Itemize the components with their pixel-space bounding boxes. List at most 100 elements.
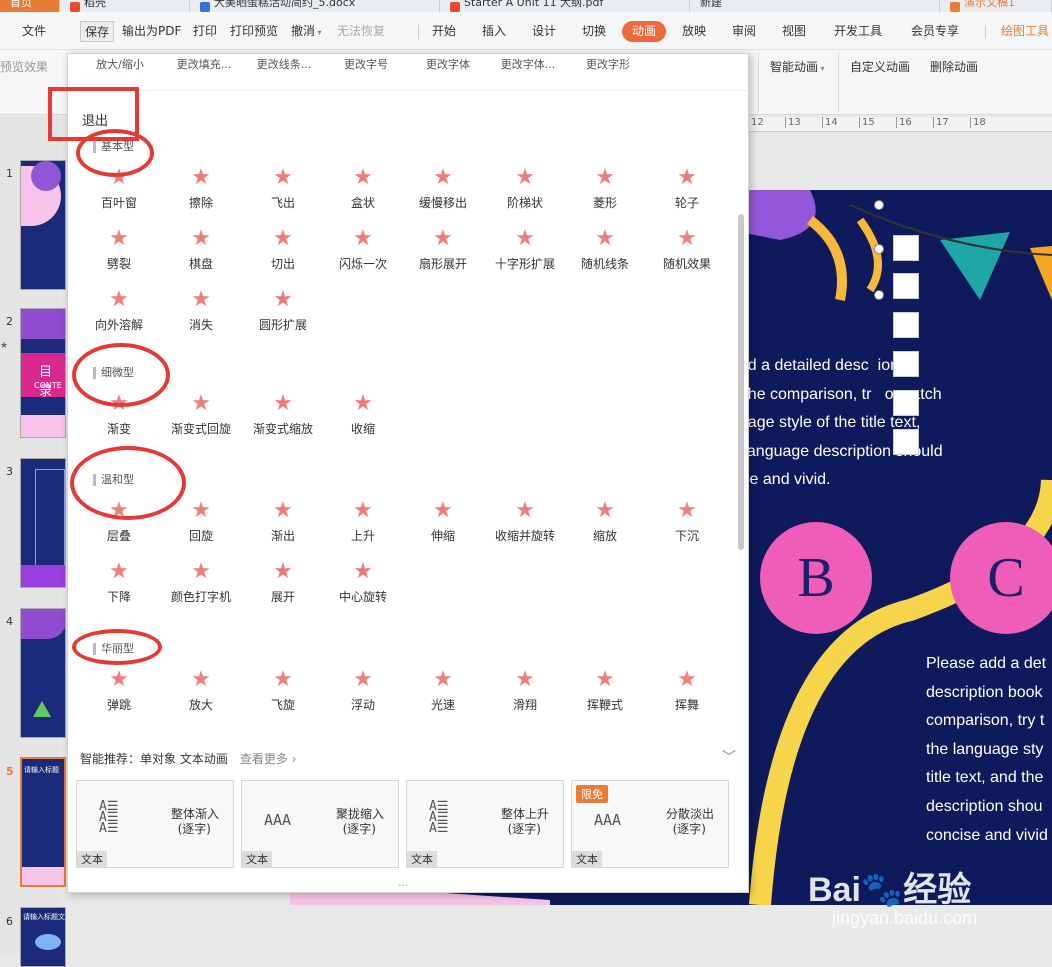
animation-option[interactable]: ★ 中心旋转 [326, 558, 400, 614]
resize-handle[interactable] [874, 200, 884, 210]
save-button[interactable]: 保存 [80, 21, 115, 42]
animation-option[interactable]: ★ 放大 [164, 666, 238, 722]
slide-thumbnail-5[interactable]: 请输入标题 [20, 757, 66, 887]
preview-effect-button[interactable]: 预览效果 [0, 58, 48, 75]
animation-option[interactable]: ★ 渐出 [246, 497, 320, 553]
selection-handle[interactable] [893, 273, 919, 299]
animation-option[interactable]: ★ 十字形扩展 [488, 225, 562, 281]
anim-item[interactable]: 更改字体 [408, 56, 488, 72]
animation-option[interactable]: ★ 下沉 [650, 497, 724, 553]
selection-handle[interactable] [893, 429, 919, 455]
tab-developer[interactable]: 开发工具 [834, 21, 882, 42]
animation-option[interactable]: ★ 缩放 [568, 497, 642, 553]
smart-animation-button[interactable]: 智能动画 ▾ [770, 58, 825, 75]
animation-option[interactable]: ★ 滑翔 [488, 666, 562, 722]
anim-item[interactable]: 更改字形 [568, 56, 648, 72]
anim-item[interactable]: 更改线条... [244, 56, 324, 72]
tab-view[interactable]: 视图 [782, 21, 806, 42]
tab-pdf[interactable]: Starter A Unit 11 大纲.pdf [440, 0, 690, 12]
tab-animation[interactable]: 动画 [622, 21, 667, 42]
more-dots[interactable]: ... [398, 876, 409, 889]
tab-docx[interactable]: 大美晒蛋糕活动简约_5.docx [190, 0, 440, 12]
animation-option[interactable]: ★ 展开 [246, 558, 320, 614]
chevron-down-icon[interactable]: ﹀ [722, 747, 736, 767]
slide-thumbnail-6[interactable]: 请输入标题文本内容 [20, 907, 66, 967]
tab-home[interactable]: 首页 [0, 0, 60, 12]
animation-option[interactable]: ★ 闪烁一次 [326, 225, 400, 281]
tab-drawing-tools[interactable]: 绘图工具 [1001, 21, 1049, 42]
animation-option[interactable]: ★ 收缩并旋转 [488, 497, 562, 553]
anim-item[interactable]: 更改字体... [488, 56, 568, 72]
slide-thumbnail-3[interactable] [20, 458, 66, 588]
animation-option[interactable]: ★ 菱形 [568, 164, 642, 220]
animation-option[interactable]: ★ 棋盘 [164, 225, 238, 281]
animation-option[interactable]: ★ 随机线条 [568, 225, 642, 281]
tab-transition[interactable]: 切换 [582, 21, 606, 42]
see-more-link[interactable]: 查看更多 › [240, 752, 297, 766]
print-button[interactable]: 打印 [193, 21, 217, 42]
tab-daoke[interactable]: 稻壳 [60, 0, 190, 12]
animation-option[interactable]: ★ 渐变式缩放 [246, 390, 320, 446]
tab-slideshow[interactable]: 放映 [682, 21, 706, 42]
print-preview-button[interactable]: 打印预览 [230, 21, 278, 42]
circle-b[interactable]: B [760, 522, 872, 634]
tab-review[interactable]: 审阅 [732, 21, 756, 42]
animation-option[interactable]: ★ 渐变式回旋 [164, 390, 238, 446]
recommend-card[interactable]: A☰ A☰ A☰ 整体渐入 (逐字) 文本 [76, 780, 234, 868]
recommend-card[interactable]: A☰ A☰ A☰ 整体上升 (逐字) 文本 [406, 780, 564, 868]
selection-handle[interactable] [893, 235, 919, 261]
tab-start[interactable]: 开始 [432, 21, 456, 42]
tab-new[interactable]: 新建 [690, 0, 940, 12]
animation-option[interactable]: ★ 上升 [326, 497, 400, 553]
recommend-card[interactable]: AAA 聚拢缩入 (逐字) 文本 [241, 780, 399, 868]
panel-scrollbar[interactable] [738, 214, 744, 550]
circle-c[interactable]: C [950, 522, 1052, 634]
selection-handle[interactable] [893, 312, 919, 338]
animation-option[interactable]: ★ 浮动 [326, 666, 400, 722]
menu-file[interactable]: 文件 [22, 21, 46, 42]
selection-handle[interactable] [893, 351, 919, 377]
slide-thumbnail-2[interactable]: 目 录 CONTE [20, 308, 66, 438]
resize-handle[interactable] [874, 244, 884, 254]
animation-option[interactable]: ★ 圆形扩展 [246, 286, 320, 342]
custom-animation-button[interactable]: 自定义动画 [850, 58, 910, 75]
animation-option[interactable]: ★ 盒状 [326, 164, 400, 220]
animation-option[interactable]: ★ 飞旋 [246, 666, 320, 722]
tab-vip[interactable]: 会员专享 [911, 21, 959, 42]
tab-insert[interactable]: 插入 [482, 21, 506, 42]
anim-item[interactable]: 更改填充... [164, 56, 244, 72]
animation-option[interactable]: ★ 回旋 [164, 497, 238, 553]
animation-option[interactable]: ★ 劈裂 [82, 225, 156, 281]
slide-thumbnail-4[interactable] [20, 608, 66, 738]
animation-option[interactable]: ★ 轮子 [650, 164, 724, 220]
delete-animation-button[interactable]: 删除动画 [930, 58, 978, 75]
recommend-card[interactable]: AAA 分散淡出 (逐字) 文本 限免 [571, 780, 729, 868]
animation-option[interactable]: ★ 随机效果 [650, 225, 724, 281]
animation-option[interactable]: ★ 收缩 [326, 390, 400, 446]
anim-item[interactable]: 更改字号 [326, 56, 406, 72]
resize-handle[interactable] [874, 290, 884, 300]
slide-thumbnail-1[interactable] [20, 160, 66, 290]
animation-option[interactable]: ★ 颜色打字机 [164, 558, 238, 614]
animation-option[interactable]: ★ 下降 [82, 558, 156, 614]
animation-option[interactable]: ★ 扇形展开 [406, 225, 480, 281]
animation-option[interactable]: ★ 切出 [246, 225, 320, 281]
animation-option[interactable]: ★ 缓慢移出 [406, 164, 480, 220]
anim-item[interactable]: 放大/缩小 [80, 56, 160, 72]
animation-option[interactable]: ★ 光速 [406, 666, 480, 722]
animation-option[interactable]: ★ 阶梯状 [488, 164, 562, 220]
animation-option[interactable]: ★ 飞出 [246, 164, 320, 220]
tab-presentation[interactable]: 演示文稿1 [940, 0, 1052, 12]
export-pdf-button[interactable]: 输出为PDF [122, 21, 181, 42]
undo-button[interactable]: 撤消 ▾ [291, 21, 322, 42]
animation-option[interactable]: ★ 伸缩 [406, 497, 480, 553]
tab-design[interactable]: 设计 [532, 21, 556, 42]
animation-option[interactable]: ★ 弹跳 [82, 666, 156, 722]
slide-text-block-2[interactable]: Please add a det description book compar… [926, 650, 1048, 850]
animation-option[interactable]: ★ 擦除 [164, 164, 238, 220]
animation-option[interactable]: ★ 消失 [164, 286, 238, 342]
animation-option[interactable]: ★ 挥舞 [650, 666, 724, 722]
selection-handle[interactable] [893, 390, 919, 416]
animation-option[interactable]: ★ 挥鞭式 [568, 666, 642, 722]
animation-option[interactable]: ★ 向外溶解 [82, 286, 156, 342]
